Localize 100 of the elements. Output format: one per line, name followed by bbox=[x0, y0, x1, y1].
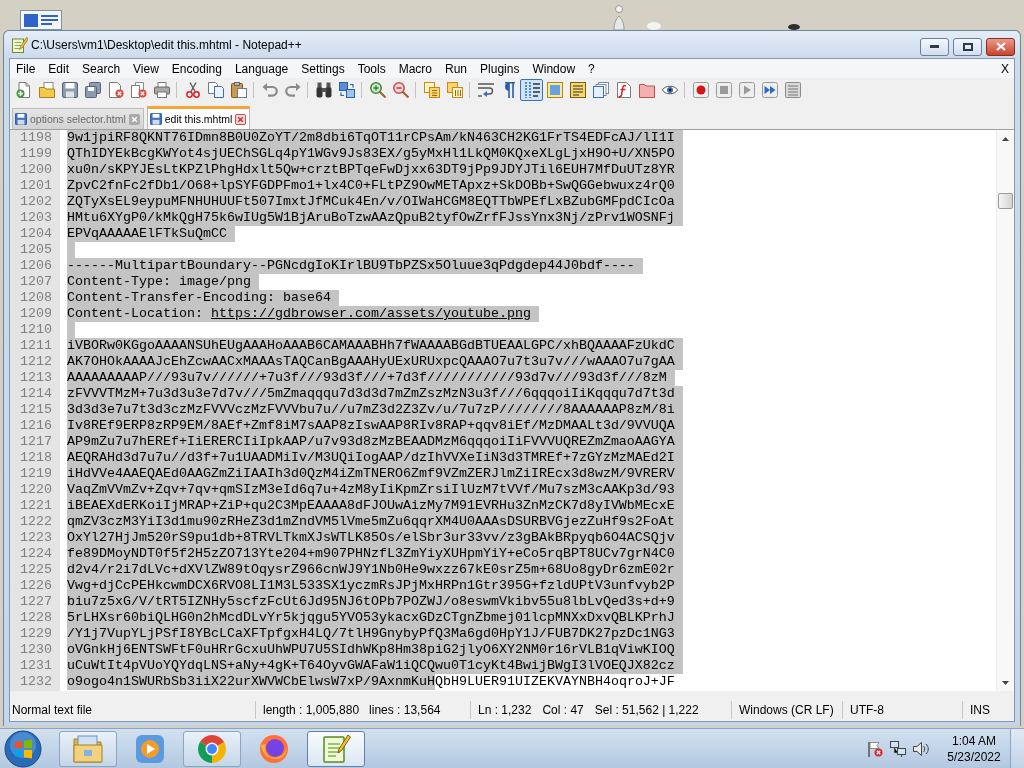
menu-item[interactable]: File bbox=[10, 61, 43, 76]
maximize-button[interactable] bbox=[953, 37, 982, 56]
line-number: 1230 bbox=[19, 642, 53, 658]
binoculars-icon[interactable] bbox=[315, 81, 332, 98]
menu-item[interactable]: Edit bbox=[42, 61, 77, 76]
play-icon[interactable] bbox=[135, 733, 165, 764]
redo-icon[interactable] bbox=[284, 81, 301, 98]
menu-item[interactable]: Search bbox=[76, 61, 128, 76]
paste-icon[interactable] bbox=[230, 81, 247, 98]
line-number: 1208 bbox=[19, 290, 53, 306]
line-number: 1202 bbox=[19, 194, 53, 210]
clock-time[interactable]: 1:04 AM bbox=[952, 732, 996, 749]
word-wrap-icon[interactable] bbox=[477, 81, 494, 98]
scrollbar-thumb[interactable] bbox=[998, 193, 1013, 209]
close-tab-icon[interactable] bbox=[235, 113, 247, 125]
menu-item[interactable]: Window bbox=[526, 61, 583, 76]
line-number: 1207 bbox=[19, 274, 53, 290]
speaker-icon[interactable] bbox=[913, 740, 929, 757]
line-number: 1215 bbox=[19, 402, 53, 418]
zoom-in-icon[interactable] bbox=[369, 81, 386, 98]
close-icon bbox=[995, 42, 1006, 51]
replace-icon[interactable] bbox=[338, 81, 355, 98]
panel-icon[interactable] bbox=[546, 81, 563, 98]
line-number: 1217 bbox=[19, 434, 53, 450]
line-number: 1205 bbox=[19, 242, 53, 258]
menu-item[interactable]: Settings bbox=[295, 61, 352, 76]
menu-item[interactable]: Encoding bbox=[165, 61, 229, 76]
line-number: 1206 bbox=[19, 258, 53, 274]
fox-globe-icon[interactable] bbox=[259, 733, 289, 764]
line-number: 1224 bbox=[19, 546, 53, 562]
code-line: QbH9LUER91UIZEKVAYNBH4oqroJ+JF bbox=[434, 674, 675, 690]
menu-item[interactable]: Plugins bbox=[474, 61, 527, 76]
minimize-button[interactable] bbox=[920, 37, 949, 56]
line-number: 1210 bbox=[19, 322, 53, 338]
stop-icon[interactable] bbox=[715, 81, 732, 98]
split-window-icon[interactable] bbox=[446, 81, 463, 98]
save-all-icon[interactable] bbox=[84, 81, 101, 98]
line-number: 1211 bbox=[19, 338, 53, 354]
insert-mode-label: INS bbox=[970, 703, 990, 717]
fast-forward-icon[interactable] bbox=[761, 81, 778, 98]
new-file-icon[interactable] bbox=[15, 81, 32, 98]
line-number: 1209 bbox=[19, 306, 53, 322]
down-arrow-icon bbox=[1002, 680, 1009, 685]
clock-date[interactable]: 5/23/2022 bbox=[947, 748, 1001, 765]
maximize-icon bbox=[962, 42, 973, 51]
close-button[interactable] bbox=[986, 37, 1015, 56]
taskbar-button[interactable] bbox=[183, 730, 241, 767]
desktop-icon[interactable] bbox=[20, 10, 62, 30]
open-folder-icon[interactable] bbox=[38, 81, 55, 98]
notepad-icon[interactable] bbox=[321, 733, 351, 764]
line-number: 1218 bbox=[19, 450, 53, 466]
split-window-icon[interactable] bbox=[423, 81, 440, 98]
function-list-icon[interactable] bbox=[615, 81, 632, 98]
taskbar-button[interactable] bbox=[307, 730, 365, 767]
file-type-label: Normal text file bbox=[12, 703, 93, 717]
menu-item[interactable]: ? bbox=[582, 61, 602, 76]
line-number: 1219 bbox=[19, 466, 53, 482]
close-all-icon[interactable] bbox=[130, 81, 147, 98]
tab[interactable]: options selector.html bbox=[12, 108, 144, 129]
selection-label: Sel : 51,562 | 1,222 bbox=[594, 703, 699, 717]
line-number: 1222 bbox=[19, 514, 53, 530]
undo-icon[interactable] bbox=[261, 81, 278, 98]
menu-item[interactable]: Tools bbox=[351, 61, 393, 76]
print-icon[interactable] bbox=[153, 81, 170, 98]
folder-icon[interactable] bbox=[638, 81, 655, 98]
browser-icon[interactable] bbox=[197, 733, 227, 764]
line-number: 1216 bbox=[19, 418, 53, 434]
lines-label: lines : 13,564 bbox=[369, 703, 441, 717]
url-link[interactable]: https://gdbrowser.com/assets/youtube.png bbox=[210, 306, 539, 322]
close-file-icon[interactable] bbox=[107, 81, 124, 98]
flag-icon[interactable] bbox=[867, 740, 883, 757]
folder-icon[interactable] bbox=[73, 733, 103, 764]
line-number: 1199 bbox=[19, 146, 53, 162]
line-number: 1204 bbox=[19, 226, 53, 242]
taskbar-button[interactable] bbox=[59, 730, 117, 767]
vertical-scrollbar[interactable] bbox=[996, 130, 1014, 691]
start-button[interactable] bbox=[4, 729, 42, 768]
tab[interactable]: edit this.mhtml bbox=[146, 106, 251, 129]
line-number: 1229 bbox=[19, 626, 53, 642]
menu-item[interactable]: Language bbox=[228, 61, 296, 76]
list-box-icon[interactable] bbox=[784, 81, 801, 98]
desktop-icon[interactable] bbox=[788, 24, 800, 30]
zoom-out-icon[interactable] bbox=[392, 81, 409, 98]
save-icon[interactable] bbox=[61, 81, 78, 98]
menu-item[interactable]: Run bbox=[439, 61, 475, 76]
length-label: length : 1,005,880 bbox=[263, 703, 360, 717]
cut-icon[interactable] bbox=[184, 81, 201, 98]
play-icon[interactable] bbox=[738, 81, 755, 98]
network-icon[interactable] bbox=[890, 740, 906, 757]
stacked-pages-icon[interactable] bbox=[592, 81, 609, 98]
menu-item[interactable]: Macro bbox=[392, 61, 439, 76]
record-icon[interactable] bbox=[692, 81, 709, 98]
copy-icon[interactable] bbox=[207, 81, 224, 98]
line-number: 1198 bbox=[19, 130, 53, 146]
column-label: Col : 47 bbox=[542, 703, 584, 717]
map-panel-icon[interactable] bbox=[569, 81, 586, 98]
line-position-label: Ln : 1,232 bbox=[478, 703, 532, 717]
menu-item[interactable]: View bbox=[127, 61, 166, 76]
text-editor[interactable] bbox=[10, 129, 1014, 691]
close-document-button[interactable]: X bbox=[1001, 61, 1009, 76]
